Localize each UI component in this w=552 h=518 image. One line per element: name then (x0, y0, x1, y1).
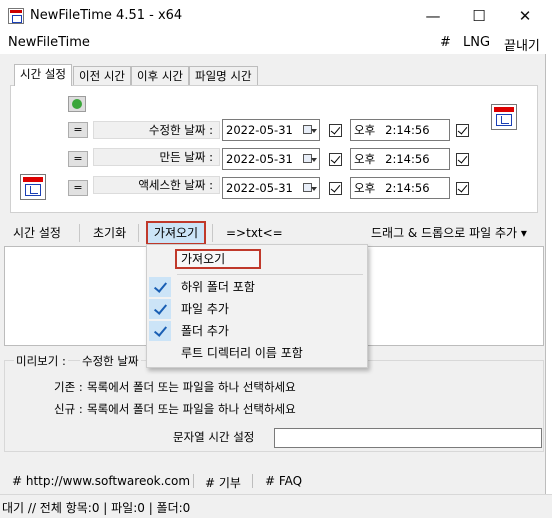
import-button[interactable]: 가져오기 (146, 221, 206, 245)
check-icon (149, 321, 171, 341)
ampm-value: 오후 (354, 123, 376, 137)
menu-item-label: 루트 디렉터리 이름 포함 (181, 346, 303, 360)
time-field-accessed[interactable]: 오후 2:14:56 (350, 177, 450, 199)
import-dropdown-menu: 가져오기 하위 폴더 포함 파일 추가 폴더 추가 루트 디렉터리 이름 포함 (146, 244, 368, 368)
tab-after-time[interactable]: 이후 시간 (131, 66, 189, 85)
preview-value: 수정한 날짜 (80, 353, 141, 369)
date-picker-modified[interactable]: 2022-05-31 (222, 119, 320, 141)
equal-button-accessed[interactable]: = (68, 180, 88, 196)
menu-item-add-folders[interactable]: 폴더 추가 (147, 320, 367, 342)
toolbar-separator (79, 224, 80, 242)
menu-exit[interactable]: 끝내기 (504, 35, 540, 54)
string-time-label: 문자열 시간 설정 (173, 430, 255, 444)
status-text: 대기 // 전체 항목:0 | 파일:0 | 폴더:0 (2, 501, 191, 515)
time-value: 2:14:56 (385, 181, 430, 195)
date-value: 2022-05-31 (226, 123, 293, 137)
faq-link[interactable]: # FAQ (265, 474, 302, 488)
calendar-dropdown-icon[interactable] (303, 180, 317, 196)
tab-time-setting[interactable]: 시간 설정 (14, 64, 72, 86)
time-field-created[interactable]: 오후 2:14:56 (350, 148, 450, 170)
app-icon (8, 8, 24, 24)
new-text: 목록에서 폴더 또는 파일을 하나 선택하세요 (87, 402, 296, 416)
window-edge-line (545, 54, 546, 517)
string-time-input[interactable] (274, 428, 542, 448)
menu-item-add-files[interactable]: 파일 추가 (147, 298, 367, 320)
status-bar: 대기 // 전체 항목:0 | 파일:0 | 폴더:0 (0, 494, 552, 518)
minimize-button[interactable]: — (410, 0, 456, 32)
checkbox-created-time[interactable] (456, 153, 469, 166)
check-icon (149, 299, 171, 319)
checkbox-modified-time[interactable] (456, 124, 469, 137)
menu-item-include-root-dir-name[interactable]: 루트 디렉터리 이름 포함 (147, 342, 367, 364)
close-button[interactable]: ✕ (502, 0, 548, 32)
toolbar-separator (138, 224, 139, 242)
new-label: 신규 : (54, 402, 83, 416)
menu-language[interactable]: LNG (463, 35, 490, 50)
equal-button-modified[interactable]: = (68, 122, 88, 138)
checkbox-accessed-date[interactable] (329, 182, 342, 195)
menu-app-name[interactable]: NewFileTime (8, 35, 90, 50)
window-edge (546, 54, 552, 517)
menu-item-label: 폴더 추가 (181, 324, 229, 338)
menu-item-include-subfolders[interactable]: 하위 폴더 포함 (147, 276, 367, 298)
reset-button[interactable]: 초기화 (93, 224, 126, 244)
dropdown-header-import[interactable]: 가져오기 (175, 249, 261, 269)
link-separator (193, 474, 194, 488)
time-field-modified[interactable]: 오후 2:14:56 (350, 119, 450, 141)
checkbox-modified-date[interactable] (329, 124, 342, 137)
date-value: 2022-05-31 (226, 181, 293, 195)
window-title: NewFileTime 4.51 - x64 (30, 8, 183, 23)
date-picker-created[interactable]: 2022-05-31 (222, 148, 320, 170)
calendar-dropdown-icon[interactable] (303, 122, 317, 138)
calendar-dropdown-icon[interactable] (303, 151, 317, 167)
drag-drop-add-files-button[interactable]: 드래그 & 드롭으로 파일 추가 ▾ (371, 224, 527, 244)
txt-export-button[interactable]: =>txt<= (226, 224, 283, 244)
time-value: 2:14:56 (385, 123, 430, 137)
menu-item-label: 하위 폴더 포함 (181, 280, 255, 294)
base-text: 목록에서 폴더 또는 파일을 하나 선택하세요 (87, 380, 296, 394)
checkbox-accessed-time[interactable] (456, 182, 469, 195)
ampm-value: 오후 (354, 152, 376, 166)
label-modified-date: 수정한 날짜 : (93, 121, 220, 139)
calendar-clock-icon[interactable] (491, 104, 517, 130)
ampm-value: 오후 (354, 181, 376, 195)
menu-item-label: 파일 추가 (181, 302, 229, 316)
base-label: 기존 : (54, 380, 83, 394)
menu-hash[interactable]: # (440, 35, 451, 50)
maximize-button[interactable]: ☐ (456, 0, 502, 32)
date-value: 2022-05-31 (226, 152, 293, 166)
time-value: 2:14:56 (385, 152, 430, 166)
label-created-date: 만든 날짜 : (93, 148, 220, 166)
tab-filename-time[interactable]: 파일명 시간 (189, 66, 258, 85)
date-picker-accessed[interactable]: 2022-05-31 (222, 177, 320, 199)
check-icon (149, 277, 171, 297)
website-link[interactable]: # http://www.softwareok.com (12, 474, 190, 488)
toolbar-separator (212, 224, 213, 242)
time-setting-button[interactable]: 시간 설정 (13, 224, 61, 244)
preview-label: 미리보기 : (14, 353, 68, 369)
tab-before-time[interactable]: 이전 시간 (73, 66, 131, 85)
equal-button-created[interactable]: = (68, 151, 88, 167)
link-separator (252, 474, 253, 488)
refresh-icon[interactable] (68, 96, 86, 112)
dropdown-separator (177, 274, 363, 275)
donate-link[interactable]: # 기부 (205, 474, 241, 491)
calendar-clock-icon-left[interactable] (20, 174, 46, 200)
checkbox-created-date[interactable] (329, 153, 342, 166)
label-accessed-date: 액세스한 날짜 : (93, 176, 220, 194)
